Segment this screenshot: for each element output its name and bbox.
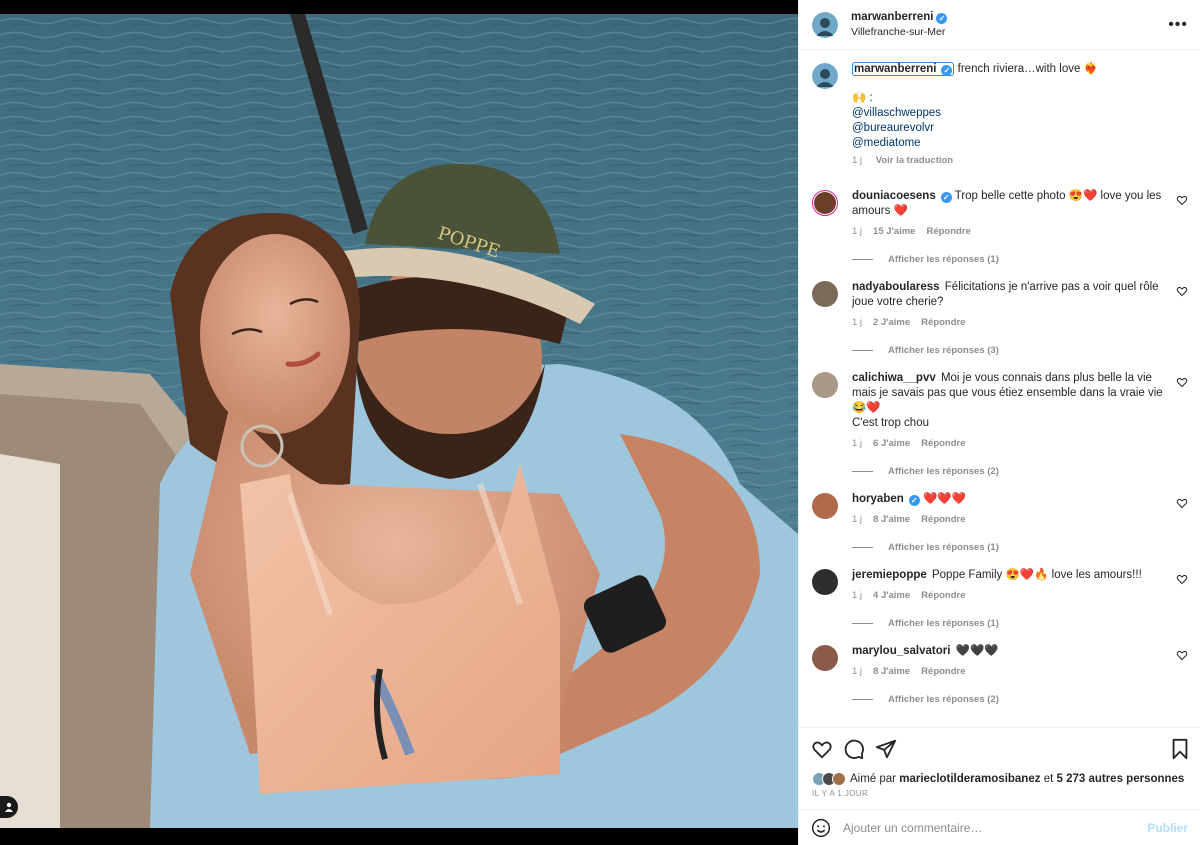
more-options-icon[interactable]: ••• (1168, 16, 1188, 32)
commenter-username[interactable]: nadyaboularess (852, 281, 940, 293)
view-replies-button[interactable]: Afficher les réponses (1) (852, 254, 1168, 265)
commenter-avatar[interactable] (812, 281, 838, 307)
add-comment-bar: Publier (799, 809, 1200, 845)
comment-text-line2: C'est trop chou (852, 417, 929, 429)
mention-link[interactable]: @villaschweppes (852, 106, 1168, 121)
comment-item: douniacoesens ✓ Trop belle cette photo 😍❤… (812, 189, 1200, 265)
comment-likes[interactable]: 8 J'aime (873, 666, 910, 677)
comments-list[interactable]: marwanberreni ✓ french riviera…with love … (799, 51, 1200, 726)
commenter-username[interactable]: calichiwa__pvv (852, 372, 936, 384)
caption-username[interactable]: marwanberreni (854, 63, 936, 75)
commenter-avatar[interactable] (812, 372, 838, 398)
comment-time[interactable]: 1 j (852, 590, 862, 601)
caption: marwanberreni ✓ french riviera…with love … (812, 62, 1200, 166)
comment-like-heart-icon[interactable] (1176, 497, 1188, 509)
comment-icon[interactable] (843, 738, 865, 760)
comment-item: marylou_salvatori 🖤🖤🖤 1 j 8 J'aime Répondr… (812, 644, 1200, 705)
comment-like-heart-icon[interactable] (1176, 285, 1188, 297)
translate-link[interactable]: Voir la traduction (876, 155, 953, 166)
view-replies-button[interactable]: Afficher les réponses (2) (852, 466, 1168, 477)
commenter-username[interactable]: marylou_salvatori (852, 645, 950, 657)
reply-button[interactable]: Répondre (921, 317, 965, 328)
comment-time[interactable]: 1 j (852, 317, 862, 328)
view-replies-button[interactable]: Afficher les réponses (3) (852, 345, 1168, 356)
post-date[interactable]: IL Y A 1 JOUR (812, 789, 868, 798)
liked-by-user[interactable]: marieclotilderamosibanez (899, 773, 1040, 785)
comment-like-heart-icon[interactable] (1176, 649, 1188, 661)
commenter-username[interactable]: douniacoesens (852, 190, 936, 202)
mention-link[interactable]: @mediatome (852, 136, 1168, 151)
share-icon[interactable] (875, 738, 897, 760)
view-replies-button[interactable]: Afficher les réponses (1) (852, 618, 1168, 629)
reply-button[interactable]: Répondre (921, 666, 965, 677)
emoji-icon[interactable] (811, 818, 831, 838)
publish-button[interactable]: Publier (1147, 821, 1188, 835)
comment-time[interactable]: 1 j (852, 666, 862, 677)
comment-likes[interactable]: 2 J'aime (873, 317, 910, 328)
comment-item: horyaben ✓ ❤️❤️❤️ 1 j 8 J'aime Répondre Aff… (812, 492, 1200, 553)
comment-item: jeremiepoppe Poppe Family 😍❤️🔥 love les … (812, 568, 1200, 629)
post-side-panel: marwanberreni ✓ Villefranche-sur-Mer ••• … (798, 0, 1200, 845)
commenter-avatar[interactable] (812, 190, 838, 216)
verified-badge-icon: ✓ (940, 192, 952, 203)
reply-button[interactable]: Répondre (921, 438, 965, 449)
post-modal: POPPE marwanberreni ✓ Villefranche-sur-M… (0, 0, 1200, 845)
comment-like-heart-icon[interactable] (1176, 573, 1188, 585)
comment-likes[interactable]: 4 J'aime (873, 590, 910, 601)
post-photo[interactable]: POPPE (0, 14, 798, 828)
commenter-avatar[interactable] (812, 569, 838, 595)
commenter-avatar[interactable] (812, 645, 838, 671)
reply-button[interactable]: Répondre (921, 514, 965, 525)
reply-button[interactable]: Répondre (926, 226, 970, 237)
liker-avatars (812, 772, 846, 786)
post-header: marwanberreni ✓ Villefranche-sur-Mer ••• (799, 0, 1200, 50)
comment-like-heart-icon[interactable] (1176, 376, 1188, 388)
view-replies-button[interactable]: Afficher les réponses (1) (852, 542, 1168, 553)
comment-item: calichiwa__pvv Moi je vous connais dans … (812, 371, 1200, 477)
photo-pane: POPPE (0, 0, 798, 845)
caption-text: french riviera…with love ❤️‍🔥 (957, 63, 1098, 75)
comment-text: 🖤🖤🖤 (955, 645, 999, 657)
mention-link[interactable]: @bureaurevolvr (852, 121, 1168, 136)
verified-badge-icon: ✓ (936, 13, 948, 24)
commenter-username[interactable]: jeremiepoppe (852, 569, 927, 581)
comment-time[interactable]: 1 j (852, 438, 862, 449)
post-location[interactable]: Villefranche-sur-Mer (851, 25, 947, 40)
comment-item: nadyaboularess Félicitations je n'arrive… (812, 280, 1200, 356)
comment-likes[interactable]: 8 J'aime (873, 514, 910, 525)
comment-text: Poppe Family 😍❤️🔥 love les amours!!! (931, 569, 1142, 581)
caption-line2: 🙌 : (852, 92, 873, 104)
verified-badge-icon: ✓ (908, 495, 920, 506)
comment-likes[interactable]: 6 J'aime (873, 438, 910, 449)
reply-button[interactable]: Répondre (921, 590, 965, 601)
verified-badge-icon: ✓ (941, 65, 953, 76)
view-replies-button[interactable]: Afficher les réponses (2) (852, 694, 1168, 705)
likes-summary[interactable]: Aimé par marieclotilderamosibanez et 5 2… (812, 772, 1184, 786)
commenter-username[interactable]: horyaben (852, 493, 904, 505)
comment-text: ❤️❤️❤️ (922, 493, 966, 505)
photo-illustration: POPPE (0, 14, 798, 828)
post-actions: Aimé par marieclotilderamosibanez et 5 2… (799, 727, 1200, 809)
caption-time[interactable]: 1 j (852, 155, 862, 166)
comment-time[interactable]: 1 j (852, 514, 862, 525)
comment-likes[interactable]: 15 J'aime (873, 226, 915, 237)
commenter-avatar[interactable] (812, 493, 838, 519)
author-avatar[interactable] (812, 11, 838, 38)
bookmark-icon[interactable] (1169, 738, 1191, 760)
likes-count[interactable]: 5 273 autres personnes (1056, 773, 1184, 785)
comment-time[interactable]: 1 j (852, 226, 862, 237)
caption-avatar[interactable] (812, 63, 838, 89)
heart-icon[interactable] (811, 738, 833, 760)
comment-like-heart-icon[interactable] (1176, 194, 1188, 206)
author-username[interactable]: marwanberreni (851, 11, 933, 23)
comment-input[interactable] (843, 820, 1148, 835)
